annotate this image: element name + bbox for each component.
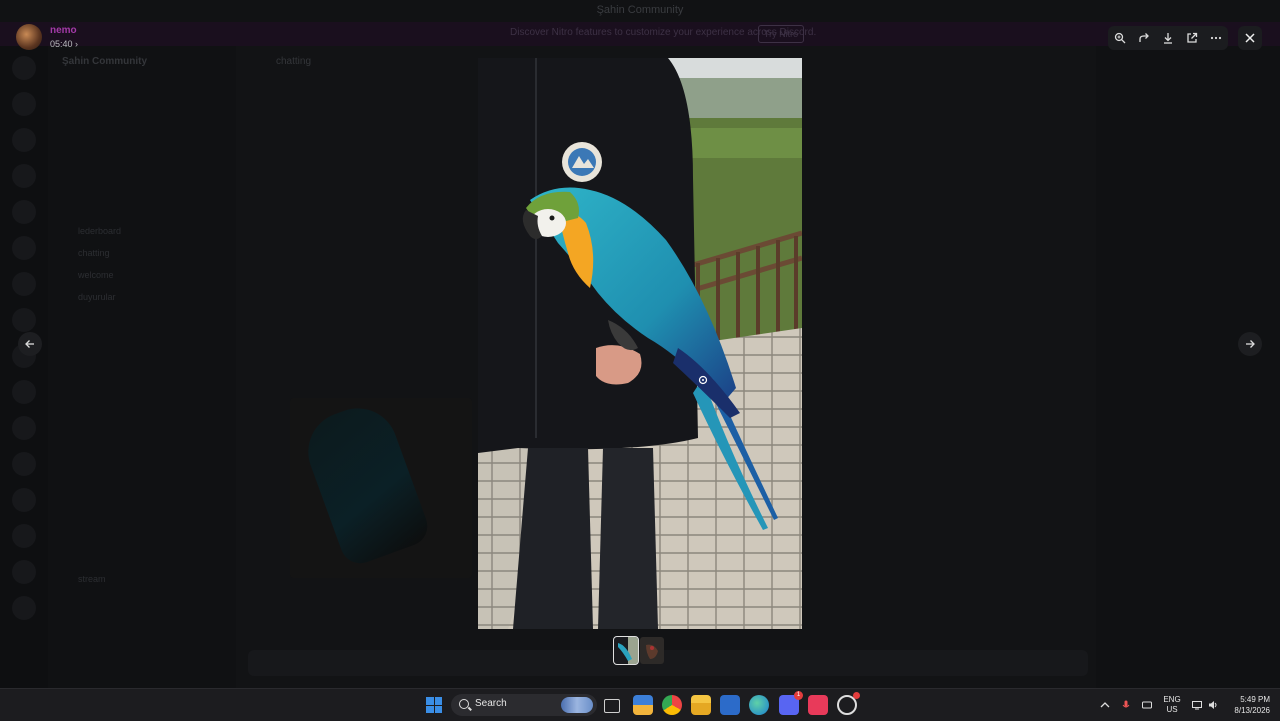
search-label: Search [475, 698, 507, 709]
channel-item: duyurular [78, 292, 116, 302]
channel-item: chatting [78, 248, 110, 258]
taskbar-search[interactable]: Search [451, 694, 597, 716]
member-list [1096, 46, 1280, 688]
microphone-icon[interactable] [1121, 700, 1131, 710]
channel-sidebar: Şahin Community lederboard chatting welc… [48, 46, 236, 688]
server-rail [0, 46, 48, 688]
download-icon[interactable] [1159, 29, 1177, 47]
chevron-up-icon[interactable] [1100, 700, 1110, 710]
notification-badge [853, 692, 860, 699]
thumbnail-strip [613, 636, 668, 665]
chrome-icon[interactable] [662, 695, 682, 715]
server-icon [12, 524, 36, 548]
taskbar: Search 1 ENG US 5:49 PM 8/13/2026 [0, 688, 1280, 721]
search-icon [459, 699, 469, 709]
more-icon[interactable] [1207, 29, 1225, 47]
viewer-toolbar [1108, 26, 1228, 50]
windows-start-icon[interactable] [426, 697, 442, 713]
task-view-icon[interactable] [604, 699, 620, 713]
file-explorer-icon[interactable] [691, 695, 711, 715]
server-icon [12, 236, 36, 260]
server-icon [12, 128, 36, 152]
server-icon [12, 452, 36, 476]
nitro-banner-button: Try Nitro [758, 25, 804, 43]
server-icon [12, 272, 36, 296]
server-icon [12, 164, 36, 188]
edge-icon[interactable] [749, 695, 769, 715]
volume-icon[interactable] [1208, 700, 1218, 710]
taskbar-clock[interactable]: 5:49 PM 8/13/2026 [1224, 694, 1270, 716]
arrow-right-icon[interactable] [1238, 332, 1262, 356]
zoom-in-icon[interactable] [1111, 29, 1129, 47]
channel-item: stream [78, 574, 106, 584]
server-icon [12, 596, 36, 620]
language-indicator[interactable]: ENG US [1160, 695, 1184, 715]
server-icon [12, 92, 36, 116]
language-code: ENG [1163, 695, 1181, 704]
avatar[interactable] [16, 24, 42, 50]
server-name: Şahin Community [62, 56, 148, 67]
server-icon [12, 488, 36, 512]
server-icon [12, 380, 36, 404]
window-title: Şahin Community [596, 4, 684, 16]
mail-icon[interactable] [720, 695, 740, 715]
app-icon[interactable] [837, 692, 860, 715]
server-icon [12, 200, 36, 224]
region-code: US [1166, 705, 1178, 714]
nitro-banner: Discover Nitro features to customize you… [0, 22, 1280, 46]
server-icon [12, 56, 36, 80]
uploader-name[interactable]: nemo [50, 25, 77, 36]
discord-icon[interactable]: 1 [779, 691, 803, 715]
search-highlight-image [561, 697, 593, 713]
arrow-left-icon[interactable] [18, 332, 42, 356]
forward-icon[interactable] [1135, 29, 1153, 47]
clock-date: 8/13/2026 [1234, 706, 1270, 715]
open-external-icon[interactable] [1183, 29, 1201, 47]
clock-time: 5:49 PM [1240, 695, 1270, 704]
chat-image-preview [290, 397, 472, 578]
notification-badge: 1 [794, 691, 803, 700]
server-icon [12, 416, 36, 440]
server-icon [12, 308, 36, 332]
keyboard-icon[interactable] [1142, 700, 1152, 710]
chat-title: chatting [276, 56, 312, 67]
thumbnail[interactable] [613, 636, 639, 665]
channel-item: welcome [78, 270, 114, 280]
upload-timestamp[interactable]: 05:40 › [50, 39, 78, 49]
tiktok-icon[interactable] [808, 695, 828, 715]
microsoft-store-icon[interactable] [633, 695, 653, 715]
close-icon[interactable] [1238, 26, 1262, 50]
main-image[interactable] [478, 58, 802, 629]
server-icon [12, 560, 36, 584]
thumbnail[interactable] [640, 637, 664, 664]
network-icon[interactable] [1192, 700, 1202, 710]
channel-item: lederboard [78, 226, 122, 236]
message-composer [248, 650, 1088, 676]
